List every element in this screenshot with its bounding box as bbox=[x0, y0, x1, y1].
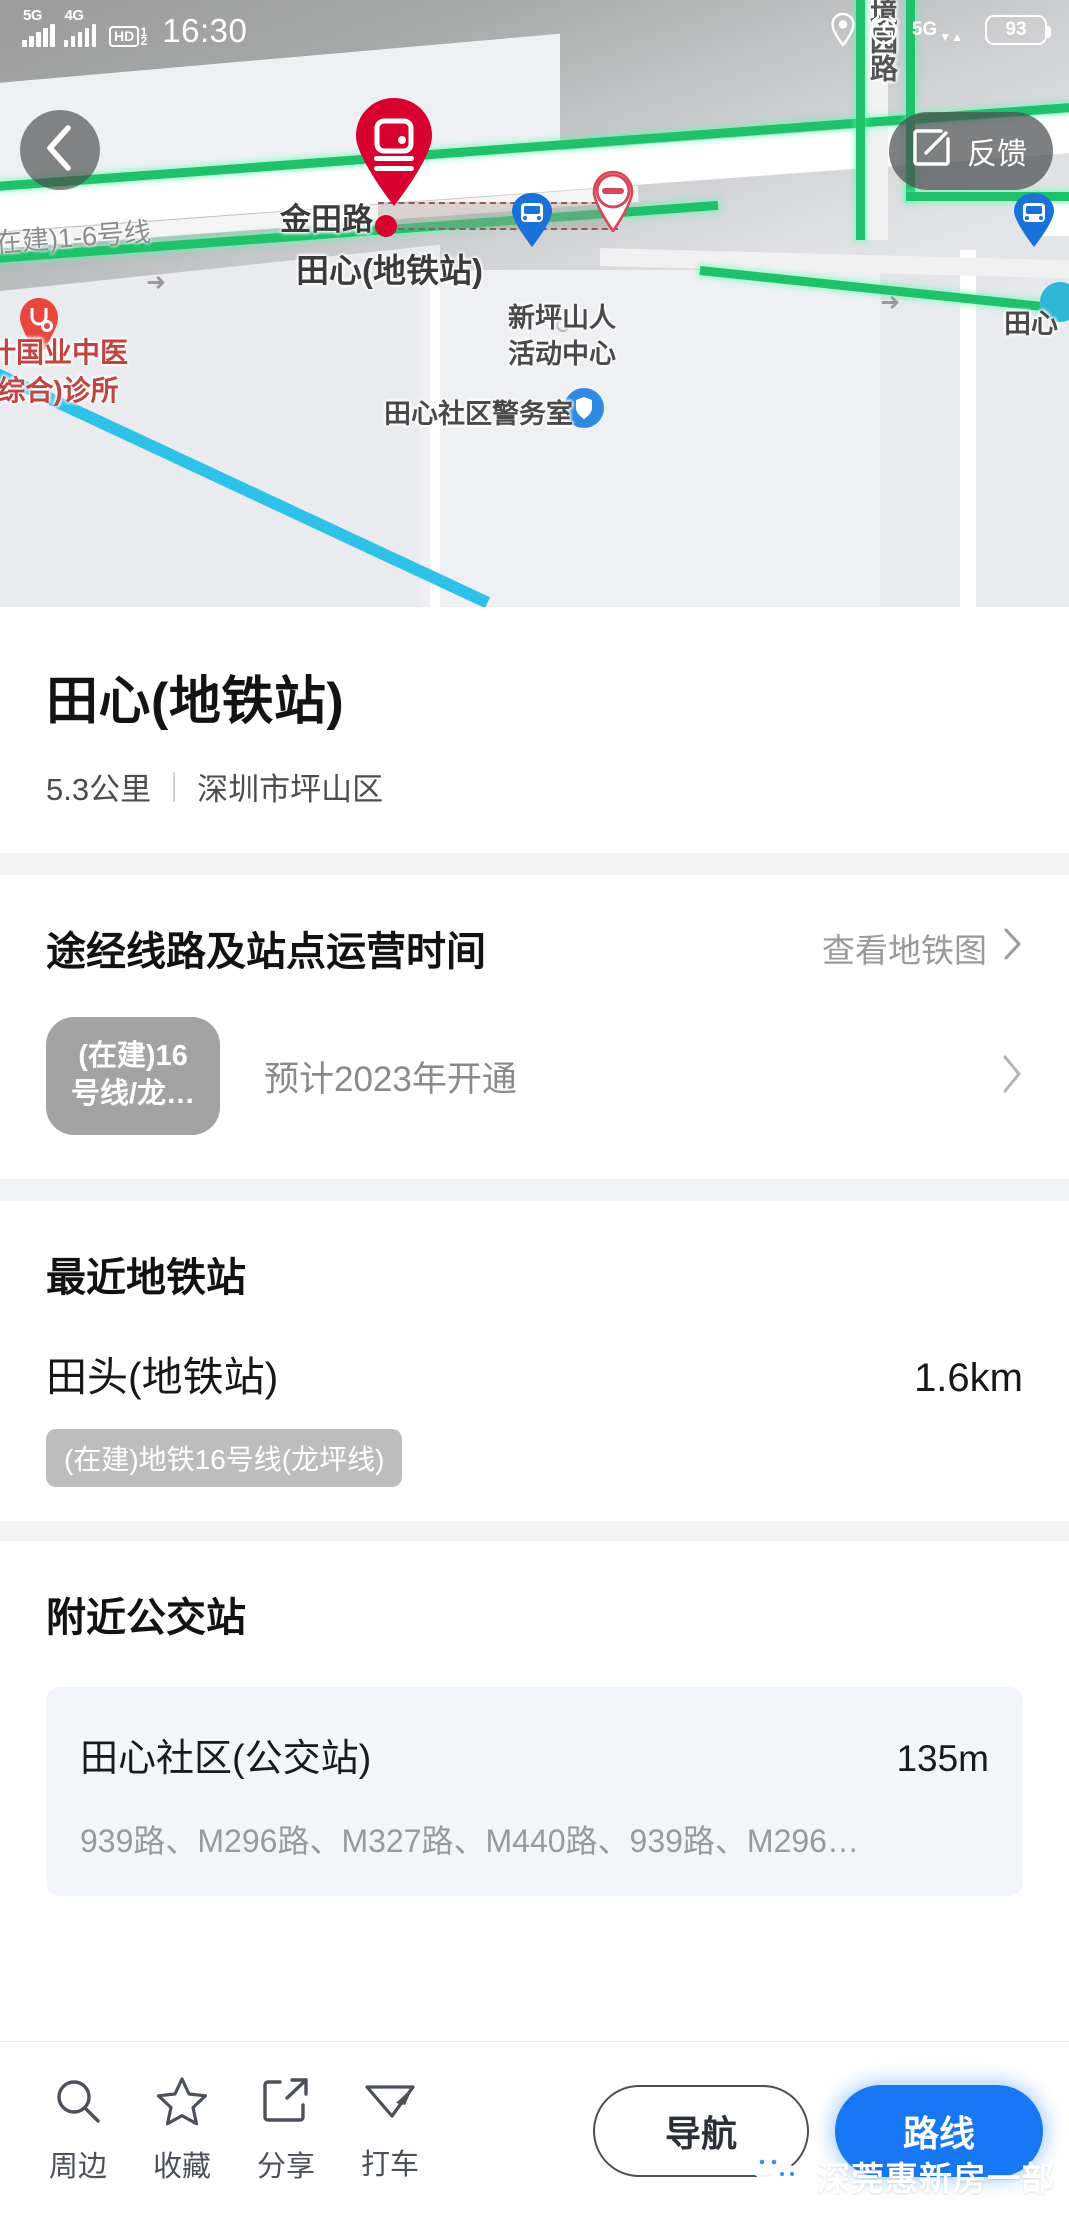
alarm-clock-icon bbox=[868, 14, 900, 46]
bottom-item-taxi-label: 打车 bbox=[360, 2149, 419, 2181]
nearest-metro-line-tag: (在建)地铁16号线(龙坪线) bbox=[46, 1429, 403, 1487]
map-label-jintian-road: 金田路 bbox=[280, 202, 373, 237]
traffic-arrow-1: ➜ bbox=[146, 269, 167, 296]
lines-section-title: 途经线路及站点运营时间 bbox=[46, 930, 486, 974]
route-button[interactable]: 路线 bbox=[835, 2084, 1043, 2177]
nearest-metro-section: 最近地铁站 田头(地铁站) 1.6km (在建)地铁16号线(龙坪线) bbox=[0, 1201, 1069, 1521]
no-entry-pin bbox=[588, 170, 634, 234]
share-icon bbox=[261, 2076, 311, 2131]
metro-line-badge-line2: 号线/龙… bbox=[70, 1078, 196, 1110]
bottom-action-bar: 周边 收藏 分享 打车 导航 路线 bbox=[0, 2041, 1069, 2219]
metro-line-badge-line1: (在建)16 bbox=[78, 1040, 188, 1073]
status-left: 5G 4G HD 1 2 16:30 bbox=[22, 7, 248, 49]
location-icon bbox=[830, 13, 856, 47]
sim1-network-label: 5G bbox=[23, 6, 43, 24]
nearest-metro-title: 最近地铁站 bbox=[46, 1256, 246, 1300]
bus-stop-distance: 135m bbox=[896, 1738, 989, 1779]
chevron-right-icon bbox=[1003, 927, 1023, 969]
battery-icon: 93 bbox=[985, 15, 1051, 45]
poi-distance: 5.3公里 bbox=[46, 772, 152, 807]
bus-stop-pin-2[interactable] bbox=[1012, 192, 1056, 248]
poi-header: 田心(地铁站) 5.3公里 深圳市坪山区 bbox=[0, 607, 1069, 853]
bottom-item-favorite[interactable]: 收藏 bbox=[130, 2076, 234, 2185]
metro-line-row[interactable]: (在建)16 号线/龙… 预计2023年开通 bbox=[0, 977, 1069, 1179]
view-metro-map-label: 查看地铁图 bbox=[822, 932, 987, 969]
bus-stop-lines: 939路、M296路、M327路、M440路、939路、M296… bbox=[80, 1823, 859, 1859]
road-vertical-left bbox=[430, 272, 440, 607]
nearby-bus-section: 附近公交站 田心社区(公交站) 135m 939路、M296路、M327路、M4… bbox=[0, 1541, 1069, 1896]
bus-stop-name: 田心社区(公交站) bbox=[80, 1738, 372, 1780]
status-right: 5G ▼▲ 93 bbox=[830, 13, 1051, 47]
subtitle-divider bbox=[173, 771, 176, 802]
battery-level: 93 bbox=[1005, 19, 1027, 40]
nearest-metro-distance: 1.6km bbox=[914, 1356, 1023, 1400]
lines-section: 途经线路及站点运营时间 查看地铁图 (在建)16 号线/龙… 预计2023年开通 bbox=[0, 875, 1069, 1179]
feedback-button[interactable]: 反馈 bbox=[889, 112, 1053, 190]
feedback-label: 反馈 bbox=[967, 138, 1027, 171]
bottom-item-share-label: 分享 bbox=[256, 2151, 315, 2183]
search-icon bbox=[53, 2076, 103, 2131]
metro-line-status: 预计2023年开通 bbox=[264, 1059, 517, 1099]
poi-subtitle: 5.3公里 深圳市坪山区 bbox=[46, 764, 1023, 809]
navigate-button[interactable]: 导航 bbox=[593, 2084, 809, 2177]
bottom-item-taxi[interactable]: 打车 bbox=[338, 2078, 442, 2183]
map-label-station: 田心(地铁站) bbox=[296, 252, 483, 289]
map-label-right-poi: 田心 bbox=[1004, 309, 1058, 339]
map-label-police-room: 田心社区警务室 bbox=[384, 399, 573, 429]
mobile-network-label: 5G bbox=[911, 19, 938, 40]
back-chevron-icon bbox=[42, 124, 78, 177]
metro-station-anchor-dot bbox=[375, 215, 397, 237]
metro-line-badge: (在建)16 号线/龙… bbox=[46, 1017, 220, 1135]
bus-stop-card[interactable]: 田心社区(公交站) 135m 939路、M296路、M327路、M440路、93… bbox=[46, 1687, 1023, 1896]
section-divider-1 bbox=[0, 853, 1069, 875]
metro-station-pin[interactable] bbox=[350, 96, 438, 208]
page-title: 田心(地铁站) bbox=[46, 673, 345, 731]
section-divider-3 bbox=[0, 1521, 1069, 1541]
poi-district: 深圳市坪山区 bbox=[197, 772, 384, 807]
sim2-network-label: 4G bbox=[64, 6, 85, 24]
data-transfer-icon: ▼▲ bbox=[939, 30, 963, 44]
status-time: 16:30 bbox=[162, 11, 248, 49]
bottom-item-share[interactable]: 分享 bbox=[234, 2076, 338, 2185]
map-view[interactable]: 5G 4G HD 1 2 16:30 5G ▼▲ 93 反馈 ➜ ➜ 金田路 (… bbox=[0, 0, 1069, 607]
lines-section-header: 途经线路及站点运营时间 查看地铁图 bbox=[0, 875, 1069, 977]
edit-pencil-icon bbox=[911, 126, 953, 176]
hd-voice-icon: HD 1 2 bbox=[109, 25, 147, 48]
view-metro-map-link[interactable]: 查看地铁图 bbox=[822, 924, 1023, 972]
map-label-clinic: 叶国业中医 (综合)诊所 bbox=[0, 337, 129, 406]
back-button[interactable] bbox=[20, 110, 100, 190]
bottom-item-nearby[interactable]: 周边 bbox=[26, 2076, 130, 2185]
bus-stop-row: 田心社区(公交站) 135m bbox=[80, 1727, 989, 1782]
signal-icon-sim1: 5G bbox=[22, 7, 55, 47]
nearest-metro-row[interactable]: 田头(地铁站) 1.6km bbox=[46, 1343, 1023, 1403]
taxi-hail-icon bbox=[363, 2078, 417, 2129]
traffic-arrow-2: ➜ bbox=[880, 289, 901, 316]
map-label-activity-center: 新坪山人 活动中心 bbox=[508, 303, 616, 370]
status-bar: 5G 4G HD 1 2 16:30 5G ▼▲ 93 bbox=[0, 0, 1069, 60]
hd-sub: 2 bbox=[140, 33, 148, 48]
bottom-item-favorite-label: 收藏 bbox=[152, 2151, 211, 2183]
nearby-bus-title: 附近公交站 bbox=[46, 1596, 246, 1640]
hd-label: HD bbox=[109, 25, 140, 47]
bus-stop-pin-1[interactable] bbox=[510, 192, 554, 248]
star-icon bbox=[156, 2076, 208, 2131]
bottom-item-nearby-label: 周边 bbox=[48, 2151, 107, 2183]
section-divider-2 bbox=[0, 1179, 1069, 1201]
screen: 5G 4G HD 1 2 16:30 5G ▼▲ 93 反馈 ➜ ➜ 金田路 (… bbox=[0, 0, 1069, 2219]
nearest-metro-name: 田头(地铁站) bbox=[46, 1354, 279, 1400]
chevron-right-icon bbox=[1001, 1054, 1023, 1099]
detail-sheet: 田心(地铁站) 5.3公里 深圳市坪山区 途经线路及站点运营时间 查看地铁图 (… bbox=[0, 607, 1069, 1896]
signal-icon-sim2: 4G bbox=[63, 7, 96, 47]
